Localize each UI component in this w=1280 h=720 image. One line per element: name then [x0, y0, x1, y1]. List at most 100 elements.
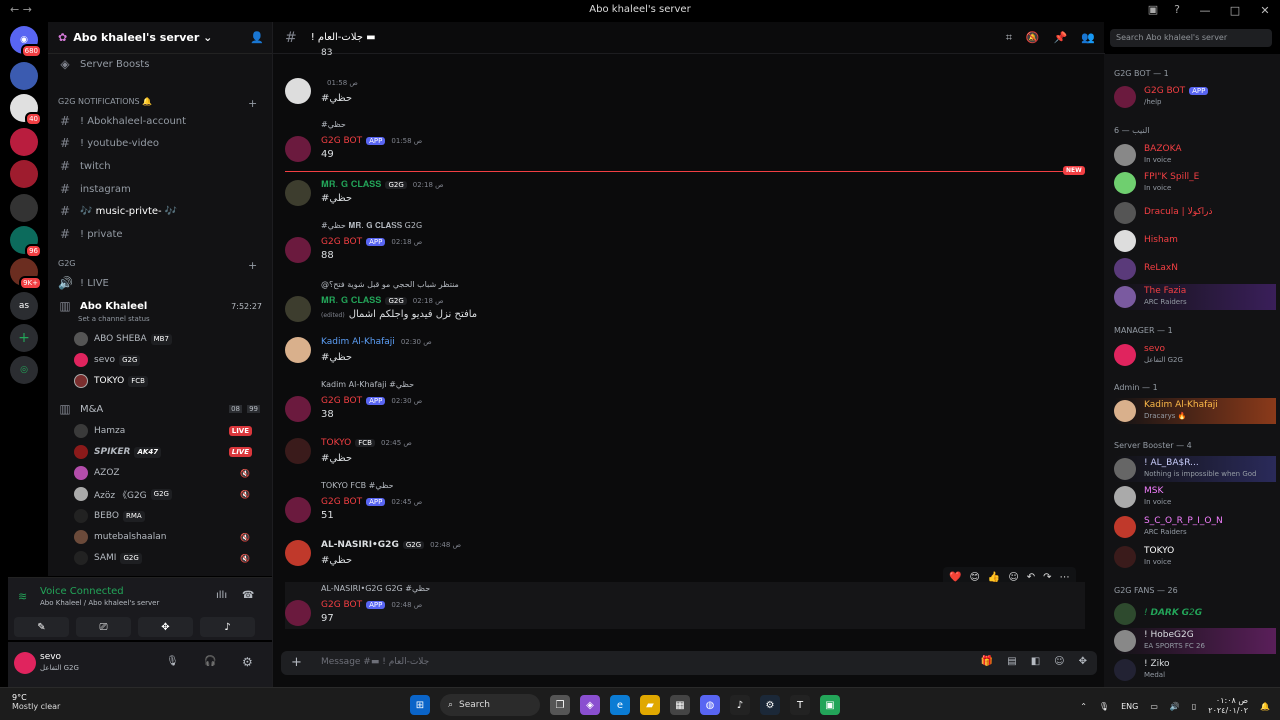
maximize-button[interactable]: □: [1220, 0, 1250, 22]
member-item[interactable]: ! HobeG2G EA SPORTS FC 26: [1114, 628, 1276, 654]
emoji-icon[interactable]: ☺: [1054, 656, 1064, 667]
channel-item[interactable]: # ! Abokhaleel-account: [48, 111, 272, 131]
app-icon[interactable]: ▣: [820, 695, 840, 715]
reply-preview[interactable]: #حظي: [321, 120, 346, 129]
username[interactable]: G2G BOT: [321, 136, 362, 146]
username[interactable]: TOKYO: [321, 438, 351, 448]
channel-item[interactable]: # twitch: [48, 156, 272, 176]
member-item[interactable]: TOKYO In voice: [1114, 544, 1276, 570]
member-item[interactable]: G2G BOT APP/help: [1114, 84, 1276, 110]
guild-icon[interactable]: 96: [10, 226, 42, 258]
category-g2g[interactable]: G2G +: [58, 259, 257, 272]
copilot-icon[interactable]: ◈: [580, 695, 600, 715]
guild-icon[interactable]: [10, 128, 38, 156]
activities-button[interactable]: ✥: [138, 617, 193, 637]
help-icon[interactable]: ?: [1174, 3, 1180, 16]
channel-item[interactable]: # instagram: [48, 179, 272, 199]
voice-user[interactable]: SPIKER AK47 LIVE: [74, 442, 264, 462]
soundboard-button[interactable]: ♪: [200, 617, 255, 637]
noise-icon[interactable]: ıllı: [216, 590, 227, 601]
discord-icon[interactable]: ◍: [700, 695, 720, 715]
channel-item[interactable]: # ! private: [48, 224, 272, 244]
member-item[interactable]: Dracula | ذراكولا: [1114, 200, 1276, 226]
username[interactable]: G2G BOT: [321, 396, 362, 406]
disconnect-icon[interactable]: ☎: [242, 590, 254, 601]
voice-channel-ma[interactable]: ▥ M&A 08 99: [48, 399, 272, 419]
avatar[interactable]: [285, 78, 311, 104]
attach-plus-icon[interactable]: +: [291, 655, 302, 670]
username[interactable]: Kadim Al-Khafaji: [321, 337, 395, 347]
steam-icon[interactable]: ⚙: [760, 695, 780, 715]
member-item[interactable]: ReLaxN: [1114, 256, 1276, 282]
file-explorer-icon[interactable]: ▰: [640, 695, 660, 715]
member-item[interactable]: ! Ziko Medal: [1114, 657, 1276, 683]
notification-bell-icon[interactable]: 🔕: [1026, 31, 1040, 45]
store-icon[interactable]: ▦: [670, 695, 690, 715]
reply-preview[interactable]: @منتظر شباب الحجي مو قبل شوية فتح؟: [321, 280, 459, 289]
invite-icon[interactable]: 👤: [250, 31, 264, 44]
channel-item[interactable]: # ! youtube-video: [48, 133, 272, 153]
avatar[interactable]: [285, 337, 311, 363]
mic-tray-icon[interactable]: 🎙: [1099, 702, 1109, 711]
reply-icon[interactable]: ↶: [1027, 572, 1035, 583]
discover-icon[interactable]: ◎: [10, 356, 38, 384]
member-list-icon[interactable]: 👥: [1081, 31, 1095, 45]
username[interactable]: 𝐌𝐑. 𝐆 𝐂𝐋𝐀𝐒𝐒: [321, 180, 381, 190]
chevron-up-icon[interactable]: ⌃: [1080, 702, 1087, 711]
member-item[interactable]: ! 𝘿𝘼𝙍𝙆 𝙂2𝙂: [1114, 601, 1276, 627]
member-item[interactable]: Hisham: [1114, 228, 1276, 254]
server-header[interactable]: ✿ Abo khaleel's server ⌄ 👤: [48, 22, 272, 54]
username[interactable]: 𝐌𝐑. 𝐆 𝐂𝐋𝐀𝐒𝐒: [321, 296, 381, 306]
tiktok-icon[interactable]: ♪: [730, 695, 750, 715]
message-input[interactable]: Message #▬ ! جلات-العام: [321, 657, 429, 667]
camera-button[interactable]: ✎: [14, 617, 69, 637]
inbox-icon[interactable]: ▣: [1148, 3, 1158, 16]
app-icon[interactable]: T: [790, 695, 810, 715]
language-indicator[interactable]: ENG: [1121, 702, 1138, 711]
guild-icon[interactable]: 9K+: [10, 258, 42, 290]
minimize-button[interactable]: —: [1190, 0, 1220, 22]
reply-preview[interactable]: AL-NASIRI•G2G G2G #حظي: [321, 584, 430, 593]
voice-user[interactable]: Azöz 《G2G G2G 🔇: [74, 484, 264, 504]
username[interactable]: AL-NASIRI•G2G: [321, 540, 399, 550]
avatar[interactable]: [285, 438, 311, 464]
avatar[interactable]: [14, 652, 36, 674]
battery-icon[interactable]: ▯: [1192, 702, 1196, 711]
channel-live[interactable]: 🔊 ! LIVE: [48, 273, 272, 293]
voice-channel-path[interactable]: Abo Khaleel / Abo khaleel's server: [40, 599, 159, 607]
member-item[interactable]: S_C_O_R_P_I_O_N ARC Raiders: [1114, 514, 1276, 540]
reply-preview[interactable]: #حظي 𝐌𝐑. 𝐆 𝐂𝐋𝐀𝐒𝐒 G2G: [321, 221, 422, 231]
avatar[interactable]: [285, 180, 311, 206]
member-item[interactable]: sevo التفاعل G2G: [1114, 342, 1276, 368]
add-channel-icon[interactable]: +: [248, 97, 257, 110]
avatar[interactable]: [285, 396, 311, 422]
pin-icon[interactable]: 📌: [1054, 31, 1068, 45]
gift-icon[interactable]: 🎁: [981, 656, 993, 667]
guild-icon[interactable]: as: [10, 292, 38, 320]
sticker-icon[interactable]: ◧: [1031, 656, 1040, 667]
user-name[interactable]: sevo: [40, 652, 61, 662]
voice-user[interactable]: TOKYO FCB: [74, 371, 264, 391]
add-channel-icon[interactable]: +: [248, 259, 257, 272]
avatar[interactable]: [285, 540, 311, 566]
avatar[interactable]: [285, 497, 311, 523]
avatar[interactable]: [285, 136, 311, 162]
volume-icon[interactable]: 🔊: [1170, 702, 1180, 711]
username[interactable]: G2G BOT: [321, 237, 362, 247]
member-item[interactable]: The Fazia ARC Raiders: [1114, 284, 1276, 310]
username[interactable]: G2G BOT: [321, 497, 362, 507]
member-item[interactable]: Kadim Al-Khafaji Dracarys 🔥: [1114, 398, 1276, 424]
task-view-icon[interactable]: ❐: [550, 695, 570, 715]
signal-icon[interactable]: ≋: [18, 590, 27, 603]
notifications-icon[interactable]: 🔔: [1260, 702, 1270, 711]
member-item[interactable]: BAZOKA In voice: [1114, 142, 1276, 168]
voice-user[interactable]: AZOZ 🔇: [74, 463, 264, 483]
reply-preview[interactable]: Kadim Al-Khafaji #حظي: [321, 380, 414, 389]
close-button[interactable]: ✕: [1250, 0, 1280, 22]
avatar[interactable]: [285, 237, 311, 263]
network-icon[interactable]: ▭: [1150, 702, 1158, 711]
smile-reaction-icon[interactable]: 😊: [969, 572, 979, 583]
weather-widget[interactable]: 9°C Mostly clear: [12, 693, 60, 711]
voice-user[interactable]: BEBO RMA: [74, 506, 264, 526]
channel-status[interactable]: Set a channel status: [78, 315, 150, 323]
